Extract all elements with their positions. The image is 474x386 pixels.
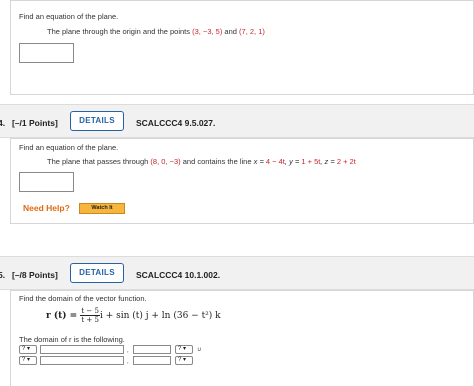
q3-prompt: Find an equation of the plane. — [19, 12, 119, 21]
q3-text-pre: The plane through the origin and the poi… — [47, 27, 193, 36]
q4-point: (8, 0, −3) — [150, 157, 181, 166]
q4-text-pre: The plane that passes through — [47, 157, 151, 166]
q4-text-mid: and contains the line — [180, 157, 254, 166]
q4-number: 4. — [0, 118, 6, 128]
q5-code: SCALCCC4 10.1.002. — [136, 270, 221, 280]
q5-frac-num: t − 5 — [80, 307, 100, 316]
q4-line-y-label: , y = — [284, 157, 302, 166]
q5-union-symbol: ∪ — [197, 347, 202, 353]
q3-point-1: (3, −3, 5) — [192, 27, 223, 36]
chevron-down-icon: ▾ — [181, 346, 187, 352]
q5-domain-text: The domain of r is the following. — [19, 335, 125, 344]
q5-number: 5. — [0, 270, 6, 280]
q5-fraction: t − 5t + 5 — [80, 307, 100, 324]
q5-right-bracket-select-1[interactable]: ? ▾ — [175, 345, 193, 354]
q5-func-lhs: r (t) = — [46, 311, 81, 321]
q5-comma-1: , — [127, 348, 129, 354]
q4-line-x-value: 4 − 4t — [265, 157, 285, 166]
q5-prompt: Find the domain of the vector function. — [19, 294, 147, 303]
q4-prompt: Find an equation of the plane. — [19, 143, 119, 152]
q5-vector-function: r (t) = t − 5t + 5i + sin (t) j + ln (36… — [46, 307, 221, 324]
q5-func-rhs: i + sin (t) j + ln (36 − t²) k — [99, 311, 221, 321]
q4-points: [–/1 Points] — [12, 118, 58, 128]
chevron-down-icon: ▾ — [25, 346, 31, 352]
q5-right-bracket-select-2[interactable]: ? ▾ — [175, 356, 193, 365]
q3-text: The plane through the origin and the poi… — [47, 27, 265, 36]
q4-line-y-value: 1 + 5t — [301, 157, 321, 166]
q5-interval-1-start[interactable] — [40, 345, 124, 354]
q5-frac-den: t + 5 — [81, 316, 99, 324]
q4-line-x-label: x = — [253, 157, 266, 166]
q5-points: [–/8 Points] — [12, 270, 58, 280]
chevron-down-icon: ▾ — [25, 357, 31, 363]
chevron-down-icon: ▾ — [181, 357, 187, 363]
q4-watch-it-button[interactable]: Watch It — [79, 203, 125, 214]
question-4-card: Find an equation of the plane. The plane… — [10, 138, 474, 224]
q3-and: and — [222, 27, 240, 36]
q5-comma-2: , — [127, 359, 129, 365]
q5-details-button[interactable]: DETAILS — [70, 263, 124, 283]
q4-line-z-label: , z = — [320, 157, 337, 166]
q5-interval-1-end[interactable] — [133, 345, 171, 354]
q4-line-z-value: 2 + 2t — [336, 157, 356, 166]
question-5-card: Find the domain of the vector function. … — [10, 290, 474, 386]
q4-text: The plane that passes through (8, 0, −3)… — [47, 157, 356, 166]
q4-header: 4. [–/1 Points] DETAILS SCALCCC4 9.5.027… — [0, 104, 474, 138]
question-3-card: Find an equation of the plane. The plane… — [10, 0, 474, 95]
q4-code: SCALCCC4 9.5.027. — [136, 118, 216, 128]
q3-point-2: (7, 2, 1) — [239, 27, 265, 36]
q4-need-help-label: Need Help? — [23, 203, 70, 213]
q5-left-bracket-select-1[interactable]: ? ▾ — [19, 345, 37, 354]
q5-interval-2-start[interactable] — [40, 356, 124, 365]
q5-interval-2-end[interactable] — [133, 356, 171, 365]
q3-answer-box[interactable] — [19, 43, 74, 63]
q4-details-button[interactable]: DETAILS — [70, 111, 124, 131]
q5-header: 5. [–/8 Points] DETAILS SCALCCC4 10.1.00… — [0, 256, 474, 290]
q5-left-bracket-select-2[interactable]: ? ▾ — [19, 356, 37, 365]
q4-answer-box[interactable] — [19, 172, 74, 192]
